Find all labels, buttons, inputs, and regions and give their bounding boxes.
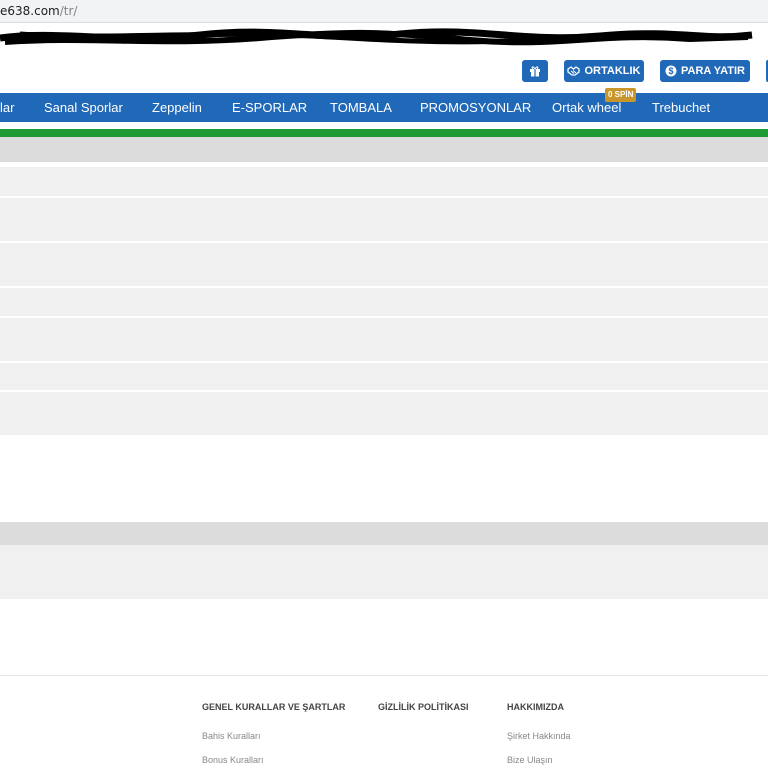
svg-text:$: $ <box>668 66 673 76</box>
para-yatir-button[interactable]: $ PARA YATIR <box>660 60 750 82</box>
content-row <box>0 288 768 316</box>
nav-item-tombala[interactable]: TOMBALA <box>330 93 392 122</box>
content-row <box>0 545 768 599</box>
footer-link-sirket-hakkinda[interactable]: Şirket Hakkında <box>507 731 571 741</box>
nav-item-zeppelin[interactable]: Zeppelin <box>152 93 202 122</box>
footer-title-gizlilik[interactable]: GİZLİLİK POLİTİKASI <box>378 702 469 712</box>
spin-badge: 0 SPİN <box>605 88 637 102</box>
content-row <box>0 363 768 390</box>
site-header <box>0 50 768 92</box>
nav-item-trebuchet[interactable]: Trebuchet <box>652 93 710 122</box>
footer-divider <box>0 675 768 676</box>
footer-title-hakkimizda[interactable]: HAKKIMIZDA <box>507 702 564 712</box>
content-row <box>0 167 768 196</box>
nav-item-promosyonlar[interactable]: PROMOSYONLAR <box>420 93 531 122</box>
handshake-icon <box>567 66 581 76</box>
gift-button[interactable] <box>522 60 548 82</box>
content-row <box>0 318 768 361</box>
section-header-band <box>0 137 768 162</box>
content-row <box>0 392 768 435</box>
ortaklik-label: ORTAKLIK <box>584 65 641 77</box>
nav-item-sanal-sporlar[interactable]: Sanal Sporlar <box>44 93 123 122</box>
address-domain: e638.com <box>0 4 60 18</box>
gift-icon <box>530 66 540 77</box>
green-strip <box>0 129 768 137</box>
footer-link-bahis-kurallari[interactable]: Bahis Kuralları <box>202 731 261 741</box>
nav-item-e-sporlar[interactable]: E-SPORLAR <box>232 93 307 122</box>
footer-link-bize-ulasin[interactable]: Bize Ulaşın <box>507 755 553 765</box>
content-row <box>0 198 768 241</box>
redaction-scribble <box>0 28 753 46</box>
section-header-band <box>0 522 768 545</box>
address-path: /tr/ <box>59 4 78 18</box>
address-bar[interactable]: e638.com/tr/ <box>0 0 768 23</box>
footer-title-genel-kurallar[interactable]: GENEL KURALLAR VE ŞARTLAR <box>202 702 345 712</box>
nav-item-sporlar[interactable]: lar <box>0 93 14 122</box>
content-row <box>0 243 768 286</box>
dollar-circle-icon: $ <box>665 65 677 77</box>
ortaklik-button[interactable]: ORTAKLIK <box>564 60 644 82</box>
footer-link-bonus-kurallari[interactable]: Bonus Kuralları <box>202 755 264 765</box>
para-yatir-label: PARA YATIR <box>681 65 745 77</box>
main-nav: lar Sanal Sporlar Zeppelin E-SPORLAR TOM… <box>0 93 768 122</box>
